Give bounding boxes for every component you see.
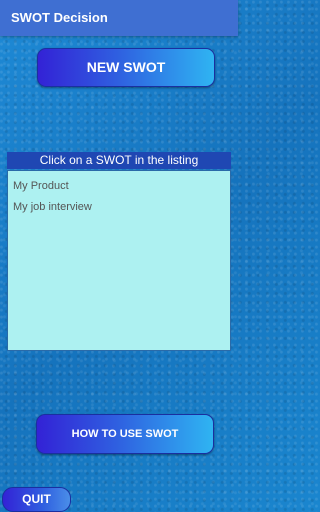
app-title: SWOT Decision [11,10,108,25]
app-bar: SWOT Decision [0,0,238,36]
quit-button[interactable]: QUIT [2,487,71,512]
list-item[interactable]: My job interview [8,192,230,213]
listing-header: Click on a SWOT in the listing [7,152,231,169]
new-swot-button[interactable]: NEW SWOT [37,48,215,87]
swot-listing: My Product My job interview [7,170,231,351]
how-to-use-button[interactable]: HOW TO USE SWOT [36,414,214,454]
list-item[interactable]: My Product [8,171,230,192]
